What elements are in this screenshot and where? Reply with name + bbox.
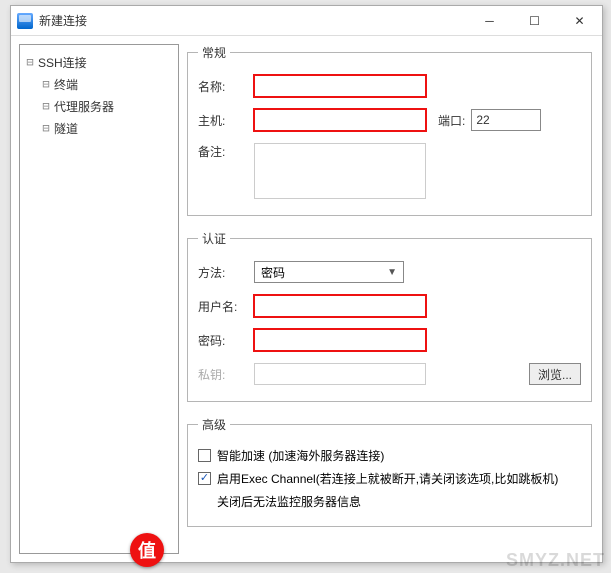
tree-toggle-icon[interactable]: ⊟: [38, 77, 54, 91]
remark-textarea[interactable]: [254, 143, 426, 199]
general-group: 常规 名称: 主机: 端口: 22 备注:: [187, 44, 592, 216]
method-value: 密码: [261, 264, 285, 281]
method-select[interactable]: 密码 ▼: [254, 261, 404, 283]
form-area: 常规 名称: 主机: 端口: 22 备注: 认证: [187, 44, 594, 554]
tree-label: 隧道: [54, 120, 78, 137]
tree-toggle-icon[interactable]: ⊟: [38, 99, 54, 113]
remark-label: 备注:: [198, 143, 254, 160]
pass-label: 密码:: [198, 332, 254, 349]
advanced-legend: 高级: [198, 416, 230, 433]
window-title: 新建连接: [39, 12, 467, 29]
titlebar: 新建连接 ─ ☐ ✕: [11, 6, 602, 36]
tree-root-ssh[interactable]: ⊟ SSH连接: [22, 51, 176, 73]
user-label: 用户名:: [198, 298, 254, 315]
tree-toggle-icon[interactable]: ⊟: [22, 55, 38, 69]
port-input[interactable]: 22: [471, 109, 541, 131]
tree-item-proxy[interactable]: ⊟ 代理服务器: [22, 95, 176, 117]
port-label: 端口:: [438, 112, 465, 129]
tree-label: SSH连接: [38, 54, 87, 71]
pass-input[interactable]: [254, 329, 426, 351]
watermark-badge: 值: [130, 533, 164, 567]
nav-tree: ⊟ SSH连接 ⊟ 终端 ⊟ 代理服务器 ⊟ 隧道: [19, 44, 179, 554]
browse-button[interactable]: 浏览...: [529, 363, 581, 385]
watermark-text: SMYZ.NET: [506, 550, 605, 571]
tree-item-terminal[interactable]: ⊟ 终端: [22, 73, 176, 95]
name-label: 名称:: [198, 78, 254, 95]
auth-group: 认证 方法: 密码 ▼ 用户名: 密码: 私钥:: [187, 230, 592, 402]
tree-item-tunnel[interactable]: ⊟ 隧道: [22, 117, 176, 139]
checkbox-icon: [198, 449, 211, 462]
smart-accel-checkbox[interactable]: 智能加速 (加速海外服务器连接): [198, 447, 581, 464]
java-app-icon: [17, 13, 33, 29]
checkbox-checked-icon: [198, 472, 211, 485]
smart-accel-label: 智能加速 (加速海外服务器连接): [217, 447, 384, 464]
advanced-group: 高级 智能加速 (加速海外服务器连接) 启用Exec Channel(若连接上就…: [187, 416, 592, 527]
auth-legend: 认证: [198, 230, 230, 247]
window-controls: ─ ☐ ✕: [467, 6, 602, 35]
tree-toggle-icon[interactable]: ⊟: [38, 121, 54, 135]
dialog-window: 新建连接 ─ ☐ ✕ ⊟ SSH连接 ⊟ 终端 ⊟ 代理服务器 ⊟ 隧道: [10, 5, 603, 563]
maximize-button[interactable]: ☐: [512, 6, 557, 35]
minimize-button[interactable]: ─: [467, 6, 512, 35]
host-label: 主机:: [198, 112, 254, 129]
user-input[interactable]: [254, 295, 426, 317]
exec-channel-label: 启用Exec Channel(若连接上就被断开,请关闭该选项,比如跳板机): [217, 470, 558, 487]
general-legend: 常规: [198, 44, 230, 61]
key-input: [254, 363, 426, 385]
tree-label: 终端: [54, 76, 78, 93]
name-input[interactable]: [254, 75, 426, 97]
host-input[interactable]: [254, 109, 426, 131]
method-label: 方法:: [198, 264, 254, 281]
chevron-down-icon: ▼: [387, 267, 397, 278]
close-button[interactable]: ✕: [557, 6, 602, 35]
dialog-body: ⊟ SSH连接 ⊟ 终端 ⊟ 代理服务器 ⊟ 隧道 常规 名称:: [11, 36, 602, 562]
tree-label: 代理服务器: [54, 98, 114, 115]
exec-channel-checkbox[interactable]: 启用Exec Channel(若连接上就被断开,请关闭该选项,比如跳板机): [198, 470, 581, 487]
key-label: 私钥:: [198, 366, 254, 383]
exec-channel-note: 关闭后无法监控服务器信息: [198, 493, 581, 510]
